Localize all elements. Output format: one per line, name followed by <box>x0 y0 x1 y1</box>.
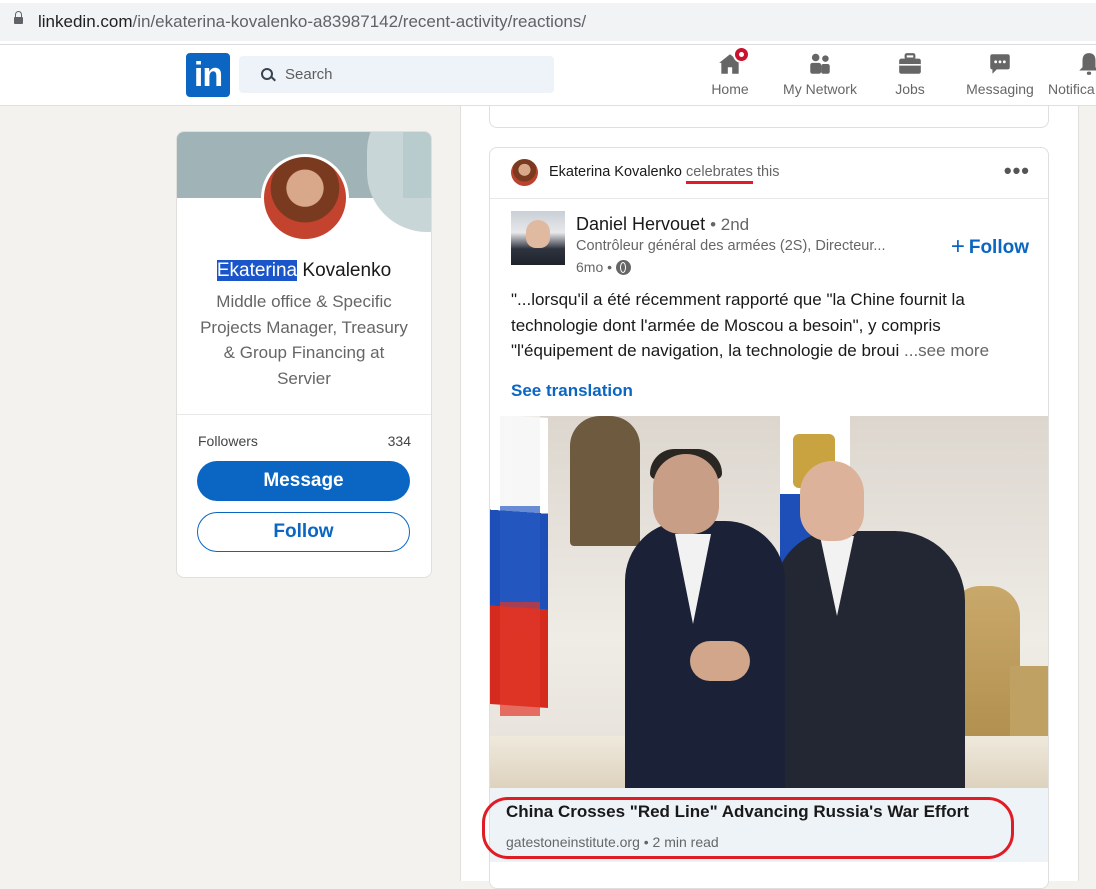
reaction-verb: celebrates <box>686 164 753 184</box>
more-options-icon[interactable]: ••• <box>1004 160 1030 182</box>
nav-item-home[interactable]: Home <box>704 45 756 105</box>
message-button[interactable]: Message <box>197 461 410 501</box>
bell-icon <box>1076 51 1096 77</box>
post-timestamp: 6mo • <box>576 259 632 275</box>
url-field[interactable]: linkedin.com/in/ekaterina-kovalenko-a839… <box>0 3 1096 41</box>
home-icon <box>717 46 750 77</box>
followers-label: Followers <box>198 433 258 449</box>
profile-headline: Middle office & Specific Projects Manage… <box>200 292 408 388</box>
plus-icon: + <box>950 233 965 260</box>
author-name[interactable]: Daniel Hervouet <box>576 214 705 234</box>
follow-author-button[interactable]: + Follow <box>951 233 1029 261</box>
author-avatar[interactable] <box>511 211 565 265</box>
author-headline: Contrôleur général des armées (2S), Dire… <box>576 238 886 254</box>
briefcase-icon <box>897 51 923 77</box>
lock-icon <box>14 11 23 24</box>
post-text: "...lorsqu'il a été récemment rapporté q… <box>511 290 990 360</box>
previous-post-card <box>489 106 1049 128</box>
nav-item-label: Home <box>711 81 749 97</box>
connection-degree: • 2nd <box>710 215 750 234</box>
globe-icon <box>616 260 632 275</box>
nav-item-label: My Network <box>783 81 857 97</box>
nav-item-label: Jobs <box>895 81 925 97</box>
profile-card: Ekaterina Kovalenko Middle office & Spec… <box>176 131 432 578</box>
nav-item-my-network[interactable]: My Network <box>774 45 866 105</box>
reaction-header: Ekaterina Kovalenko celebrates this ••• <box>490 148 1048 199</box>
follow-profile-button[interactable]: Follow <box>197 512 410 552</box>
reactor-name[interactable]: Ekaterina Kovalenko <box>549 164 682 180</box>
browser-address-bar: linkedin.com/in/ekaterina-kovalenko-a839… <box>0 0 1096 45</box>
post-card: Ekaterina Kovalenko celebrates this ••• … <box>489 147 1049 889</box>
search-icon <box>261 68 273 80</box>
search-input[interactable] <box>285 56 535 93</box>
network-icon <box>807 51 833 77</box>
url-text[interactable]: linkedin.com/in/ekaterina-kovalenko-a839… <box>38 12 586 32</box>
red-annotation-oval <box>482 797 1014 859</box>
profile-avatar[interactable] <box>261 154 349 242</box>
divider <box>177 414 431 415</box>
nav-item-jobs[interactable]: Jobs <box>885 45 935 105</box>
nav-item-label: Messaging <box>966 81 1034 97</box>
nav-item-label: Notifica <box>1048 81 1095 97</box>
search-box[interactable] <box>239 56 554 93</box>
notification-badge <box>733 46 750 63</box>
article-image[interactable] <box>490 416 1048 788</box>
see-translation-link[interactable]: See translation <box>511 381 633 401</box>
reaction-text: Ekaterina Kovalenko celebrates this <box>549 164 780 184</box>
nav-item-messaging[interactable]: Messaging <box>960 45 1040 105</box>
profile-name[interactable]: Ekaterina Kovalenko <box>177 260 431 282</box>
reactor-avatar[interactable] <box>511 159 538 186</box>
nav-item-notifications[interactable]: Notifica <box>1046 45 1096 105</box>
author-name-line[interactable]: Daniel Hervouet • 2nd <box>576 214 749 235</box>
messaging-icon <box>987 51 1013 77</box>
global-nav: in Home My Network Jobs Messaging Notifi <box>0 45 1096 106</box>
linkedin-logo[interactable]: in <box>186 53 230 97</box>
followers-count: 334 <box>387 433 411 449</box>
see-more-link[interactable]: ...see more <box>904 341 989 360</box>
